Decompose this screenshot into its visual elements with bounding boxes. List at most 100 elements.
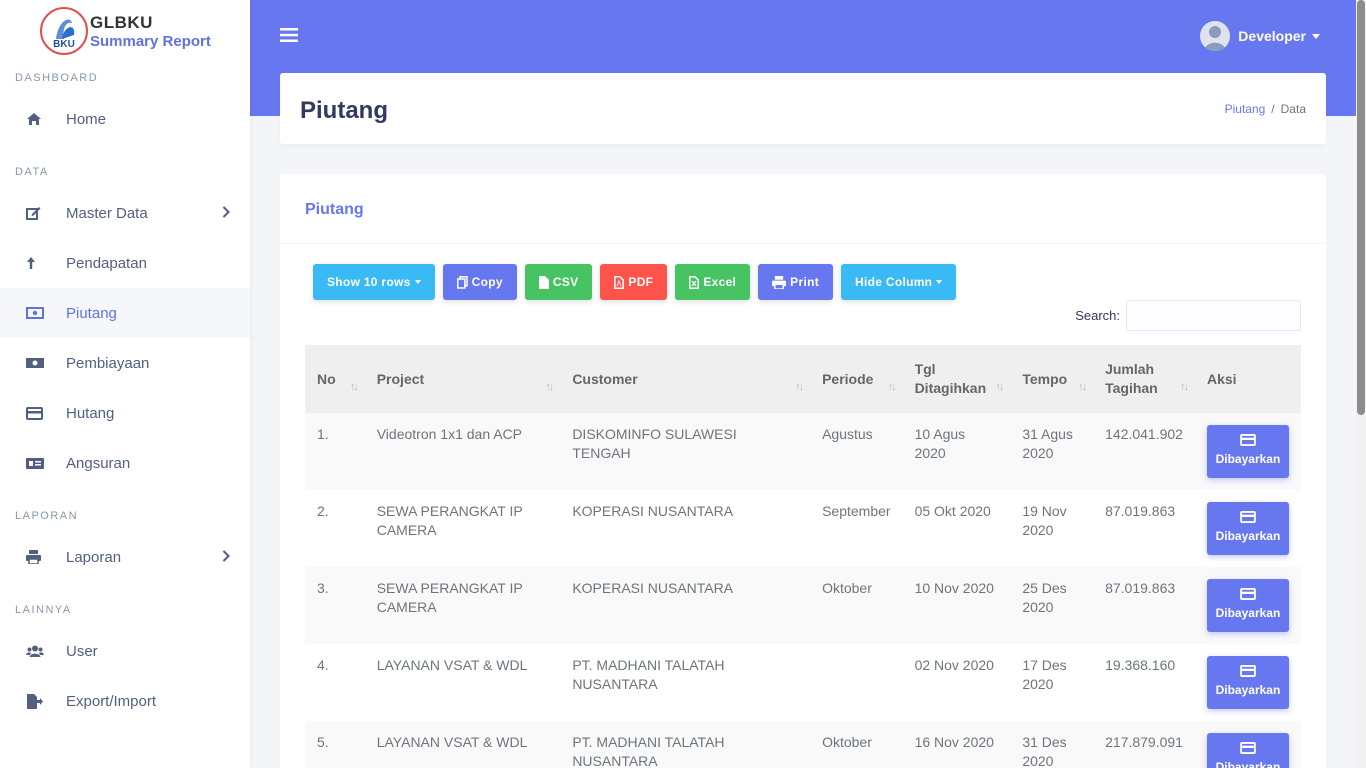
excel-button[interactable]: Excel (675, 264, 751, 300)
sidebar-item-label: Pembiayaan (66, 354, 150, 372)
id-card-icon (26, 457, 66, 470)
sidebar-item-pembiayaan[interactable]: Pembiayaan (0, 338, 250, 388)
page-header: Piutang Piutang / Data (280, 73, 1326, 144)
th-aksi: Aksi (1195, 345, 1301, 413)
dibayarkan-button[interactable]: Dibayarkan (1206, 733, 1289, 768)
search-input[interactable] (1126, 300, 1301, 331)
sort-icon: ↑↓ (1078, 381, 1087, 393)
cell-tempo: 19 Nov 2020 (1022, 503, 1067, 538)
avatar (1200, 21, 1231, 51)
cell-project: SEWA PERANGKAT IP CAMERA (376, 503, 523, 538)
sidebar: BKU GLBKU Summary Report DASHBOARD Home … (0, 0, 250, 768)
sidebar-item-piutang[interactable]: Piutang (0, 288, 250, 338)
money-bill-icon (26, 357, 66, 369)
sort-icon: ↑↓ (545, 381, 554, 393)
section-lainnya: LAINNYA (15, 604, 72, 616)
chevron-down-icon (414, 280, 421, 284)
cell-aksi: Dibayarkan (1195, 490, 1301, 567)
table-row: 5. LAYANAN VSAT & WDL PT. MADHANI TALATA… (305, 721, 1301, 768)
cell-customer: PT. MADHANI TALATAH NUSANTARA (572, 657, 725, 692)
th-jumlah-tagihan[interactable]: Jumlah Tagihan ↑↓ (1093, 345, 1195, 413)
sidebar-item-pendapatan[interactable]: Pendapatan (0, 238, 250, 288)
money-icon (26, 307, 66, 319)
th-customer[interactable]: Customer ↑↓ (560, 345, 810, 413)
user-menu[interactable]: Developer (1200, 21, 1320, 51)
toolbar: Show 10 rows Copy CSV PDF Excel Print Hi… (313, 264, 964, 300)
home-icon (26, 112, 66, 126)
cell-no: 3. (317, 580, 329, 596)
copy-label: Copy (471, 275, 503, 289)
sort-icon: ↑↓ (887, 381, 897, 393)
cell-tgl: 10 Nov 2020 (914, 580, 994, 596)
sidebar-item-home[interactable]: Home (0, 94, 250, 144)
th-periode[interactable]: Periode ↑↓ (810, 345, 902, 413)
sidebar-item-angsuran[interactable]: Angsuran (0, 438, 250, 488)
hide-column-button[interactable]: Hide Column (841, 264, 957, 300)
th-tempo[interactable]: Tempo ↑↓ (1010, 345, 1093, 413)
sidebar-item-user[interactable]: User (0, 626, 250, 676)
cell-tgl: 10 Agus 2020 (914, 426, 966, 461)
dibayarkan-button[interactable]: Dibayarkan (1206, 579, 1289, 632)
file-icon (538, 275, 549, 289)
cell-customer: PT. MADHANI TALATAH NUSANTARA (572, 734, 725, 768)
page-scrollbar[interactable] (1356, 0, 1366, 768)
dibayarkan-button[interactable]: Dibayarkan (1206, 425, 1289, 478)
brand-title: GLBKU (90, 12, 153, 32)
section-laporan: LAPORAN (15, 510, 79, 522)
copy-icon (456, 275, 468, 289)
credit-card-icon (1240, 588, 1256, 600)
cell-tgl: 05 Okt 2020 (914, 503, 991, 519)
print-button[interactable]: Print (758, 264, 834, 300)
search: Search: (1075, 300, 1301, 331)
credit-card-icon (1240, 511, 1256, 523)
th-project[interactable]: Project ↑↓ (365, 345, 561, 413)
menu-toggle-icon[interactable] (280, 27, 298, 48)
th-label: Aksi (1206, 370, 1237, 387)
cell-aksi: Dibayarkan (1195, 721, 1301, 768)
brand-logo: BKU (40, 7, 88, 55)
cell-no: 2. (317, 503, 329, 519)
dibayarkan-button[interactable]: Dibayarkan (1206, 502, 1289, 555)
sort-icon: ↑↓ (995, 381, 1004, 393)
file-pdf-icon (614, 275, 625, 289)
sidebar-item-export-import[interactable]: Export/Import (0, 676, 250, 726)
brand[interactable]: BKU GLBKU Summary Report (0, 0, 250, 62)
pdf-button[interactable]: PDF (600, 264, 668, 300)
user-name: Developer (1238, 28, 1306, 44)
th-no[interactable]: No ↑↓ (305, 345, 365, 413)
excel-label: Excel (703, 275, 737, 289)
th-label: Jumlah Tagihan (1105, 361, 1158, 396)
credit-card-icon (1240, 434, 1256, 446)
dibayarkan-button[interactable]: Dibayarkan (1206, 656, 1289, 709)
sidebar-item-label: Export/Import (66, 692, 157, 710)
show-rows-button[interactable]: Show 10 rows (313, 264, 435, 300)
content-card: Piutang Show 10 rows Copy CSV PDF Excel … (280, 174, 1326, 768)
csv-button[interactable]: CSV (524, 264, 593, 300)
section-dashboard: DASHBOARD (15, 72, 99, 84)
cell-tempo: 17 Des 2020 (1022, 657, 1067, 692)
breadcrumb-link[interactable]: Piutang (1225, 102, 1266, 116)
sidebar-item-label: Hutang (66, 404, 115, 422)
cell-no: 1. (317, 426, 329, 442)
th-tgl-ditagihkan[interactable]: Tgl Ditagihkan ↑↓ (903, 345, 1011, 413)
chevron-right-icon (222, 205, 230, 222)
sidebar-item-label: Home (66, 110, 107, 128)
sidebar-item-master-data[interactable]: Master Data (0, 188, 250, 238)
th-label: Tgl Ditagihkan (914, 361, 987, 396)
sidebar-item-laporan[interactable]: Laporan (0, 532, 250, 582)
cell-no: 5. (317, 734, 329, 750)
show-rows-label: Show 10 rows (327, 275, 411, 289)
sidebar-item-label: Master Data (66, 204, 148, 222)
dibayarkan-label: Dibayarkan (1215, 760, 1281, 768)
cell-jumlah: 217.879.091 (1105, 734, 1183, 750)
credit-card-icon (1240, 665, 1256, 677)
copy-button[interactable]: Copy (442, 264, 517, 300)
cell-project: LAYANAN VSAT & WDL (376, 734, 528, 750)
sidebar-item-label: Angsuran (66, 454, 131, 472)
file-export-icon (26, 693, 66, 709)
sidebar-item-hutang[interactable]: Hutang (0, 388, 250, 438)
table-header-row: No ↑↓ Project ↑↓ Customer ↑↓ Periode ↑↓ Tgl … (305, 345, 1301, 413)
cell-customer: DISKOMINFO SULAWESI TENGAH (572, 426, 737, 461)
th-label: No (317, 370, 336, 387)
scrollbar-thumb[interactable] (1357, 0, 1365, 415)
